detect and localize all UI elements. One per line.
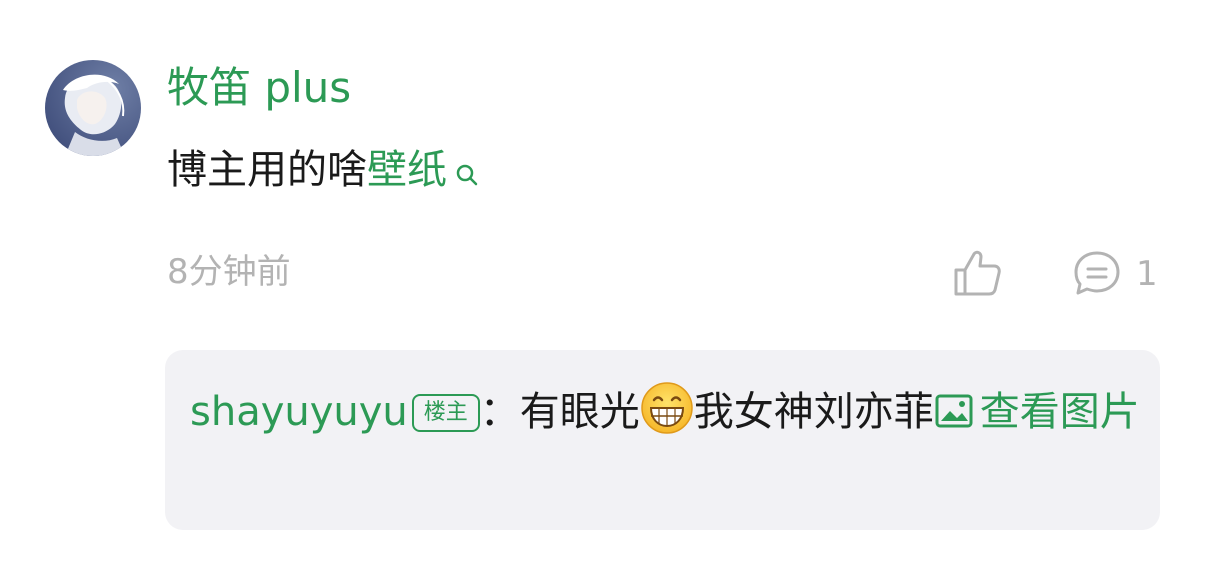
avatar-image bbox=[45, 60, 141, 156]
author-badge: 楼主 bbox=[411, 394, 480, 432]
reply-author[interactable]: shayuyuyu bbox=[190, 389, 408, 435]
reply-preview-box[interactable]: shayuyuyu 楼主 ：有眼光 我女神刘亦菲 查看图片 bbox=[165, 350, 1160, 530]
comment-timestamp: 8分钟前 bbox=[167, 252, 291, 292]
avatar[interactable] bbox=[45, 60, 141, 156]
reply-separator: ： bbox=[479, 389, 520, 435]
reply-text-before-emoji: 有眼光 bbox=[519, 389, 640, 435]
reply-text: shayuyuyu 楼主 ：有眼光 我女神刘亦菲 查看图片 bbox=[190, 378, 1140, 446]
comment-username[interactable]: 牧笛 plus bbox=[167, 62, 351, 114]
reply-text-after-emoji: 我女神刘亦菲 bbox=[693, 389, 934, 435]
search-icon[interactable] bbox=[455, 146, 479, 202]
comment-bubble-icon[interactable] bbox=[1072, 250, 1122, 296]
grinning-face-emoji-icon bbox=[640, 381, 694, 435]
thumbs-up-icon[interactable] bbox=[952, 248, 1004, 298]
view-image-link[interactable]: 查看图片 bbox=[934, 389, 1140, 435]
view-image-label[interactable]: 查看图片 bbox=[980, 389, 1140, 435]
comment-text: 博主用的啥壁纸 bbox=[167, 142, 479, 202]
reply-count[interactable]: 1 bbox=[1136, 252, 1158, 296]
comment-keyword-link[interactable]: 壁纸 bbox=[367, 147, 447, 193]
image-icon bbox=[934, 382, 974, 428]
comment-text-prefix: 博主用的啥 bbox=[167, 147, 367, 193]
